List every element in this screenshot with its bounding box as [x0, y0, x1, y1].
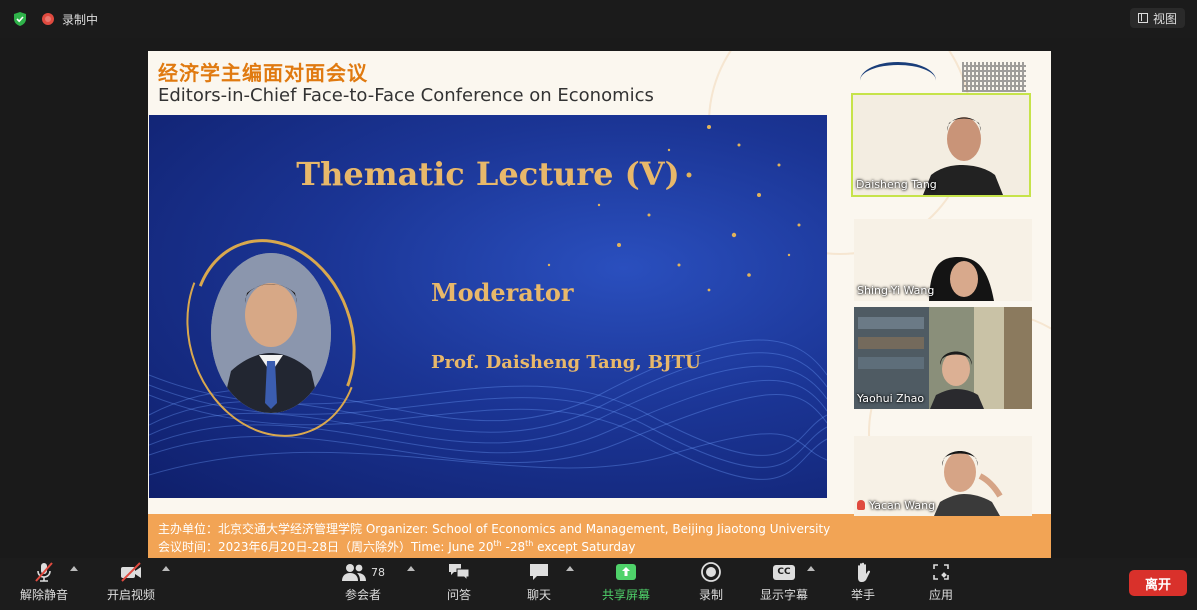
- chat-label: 聊天: [526, 588, 551, 602]
- lecture-heading: Thematic Lecture (V): [296, 155, 680, 193]
- time-text: -28: [501, 540, 526, 554]
- participant-name: Shing-Yi Wang: [857, 284, 935, 297]
- captions-button[interactable]: CC 显示字幕: [758, 558, 810, 610]
- recording-icon[interactable]: [42, 13, 54, 25]
- leave-button[interactable]: 离开: [1129, 570, 1187, 596]
- shield-check-icon[interactable]: [12, 11, 28, 27]
- raise-hand-label: 举手: [850, 588, 875, 602]
- video-tile[interactable]: Yacan Wang: [854, 436, 1032, 516]
- view-layout-icon: [1137, 13, 1148, 23]
- view-button[interactable]: 视图: [1129, 8, 1185, 28]
- start-video-button[interactable]: 开启视频: [102, 558, 160, 610]
- slide-title-english: Editors-in-Chief Face-to-Face Conference…: [158, 85, 654, 106]
- record-label: 录制: [698, 588, 723, 602]
- view-label: 视图: [1152, 11, 1177, 26]
- moderator-label: Moderator: [431, 278, 574, 307]
- captions-options-caret[interactable]: [807, 566, 815, 571]
- audio-options-caret[interactable]: [70, 566, 78, 571]
- raise-hand-button[interactable]: 举手: [848, 558, 878, 610]
- participants-icon: [342, 564, 366, 581]
- shared-screen: 经济学主编面对面会议 Editors-in-Chief Face-to-Face…: [148, 51, 1051, 558]
- captions-label: 显示字幕: [759, 588, 808, 602]
- lecture-slide: Thematic Lecture (V) Moderator Prof. Dai…: [149, 115, 827, 498]
- recording-status[interactable]: 录制中: [62, 11, 98, 28]
- organizer-line: 主办单位：北京交通大学经济管理学院 Organizer: School of E…: [158, 522, 831, 536]
- meeting-toolbar: 解除静音 开启视频 78 参会者 问答 聊天 共享屏幕 录制 CC 显示字幕 举…: [0, 558, 1197, 610]
- qr-code: [962, 62, 1026, 92]
- share-screen-button[interactable]: 共享屏幕: [600, 558, 652, 610]
- chat-icon: [530, 564, 548, 580]
- start-video-label: 开启视频: [106, 588, 155, 602]
- muted-mic-icon: [857, 500, 865, 510]
- video-tile[interactable]: Shing-Yi Wang: [854, 219, 1032, 301]
- raise-hand-icon: [858, 562, 871, 582]
- organizer-banner: 主办单位：北京交通大学经济管理学院 Organizer: School of E…: [148, 514, 1051, 558]
- share-screen-label: 共享屏幕: [601, 588, 650, 602]
- chat-button[interactable]: 聊天: [524, 558, 554, 610]
- top-bar: 录制中 视图: [0, 0, 1197, 38]
- time-line: 会议时间：2023年6月20日-28日（周六除外）Time: June 20th…: [158, 538, 635, 555]
- participants-label: 参会者: [344, 588, 381, 602]
- moderator-name: Prof. Daisheng Tang, BJTU: [431, 352, 701, 373]
- participant-name: Daisheng Tang: [856, 178, 937, 191]
- unmute-label: 解除静音: [19, 588, 68, 602]
- time-text: except Saturday: [533, 540, 636, 554]
- slide-title-chinese: 经济学主编面对面会议: [158, 61, 368, 85]
- participants-options-caret[interactable]: [407, 566, 415, 571]
- record-icon: [701, 562, 721, 582]
- microphone-muted-icon: [35, 562, 53, 582]
- video-tile[interactable]: Yaohui Zhao: [854, 307, 1032, 409]
- chat-options-caret[interactable]: [566, 566, 574, 571]
- participants-button[interactable]: 78 参会者: [340, 558, 386, 610]
- qa-icon: [449, 564, 470, 582]
- record-button[interactable]: 录制: [696, 558, 726, 610]
- video-camera-off-icon: [121, 562, 141, 582]
- moderator-portrait: [211, 253, 331, 413]
- captions-icon: CC: [773, 564, 795, 580]
- time-text: 会议时间：2023年6月20日-28日（周六除外）Time: June 20: [158, 540, 494, 554]
- unmute-button[interactable]: 解除静音: [16, 558, 72, 610]
- video-tile-active-speaker[interactable]: Daisheng Tang: [851, 93, 1031, 197]
- apps-button[interactable]: 应用: [926, 558, 956, 610]
- qa-label: 问答: [446, 588, 471, 602]
- superscript: th: [493, 539, 502, 548]
- apps-icon: [933, 564, 949, 580]
- video-options-caret[interactable]: [162, 566, 170, 571]
- participant-name-text: Yacan Wang: [869, 499, 936, 512]
- participant-name: Yacan Wang: [857, 499, 935, 512]
- apps-label: 应用: [928, 588, 953, 602]
- participant-count: 78: [371, 565, 385, 579]
- participant-name: Yaohui Zhao: [857, 392, 925, 405]
- qa-button[interactable]: 问答: [444, 558, 474, 610]
- share-screen-icon: [616, 564, 636, 580]
